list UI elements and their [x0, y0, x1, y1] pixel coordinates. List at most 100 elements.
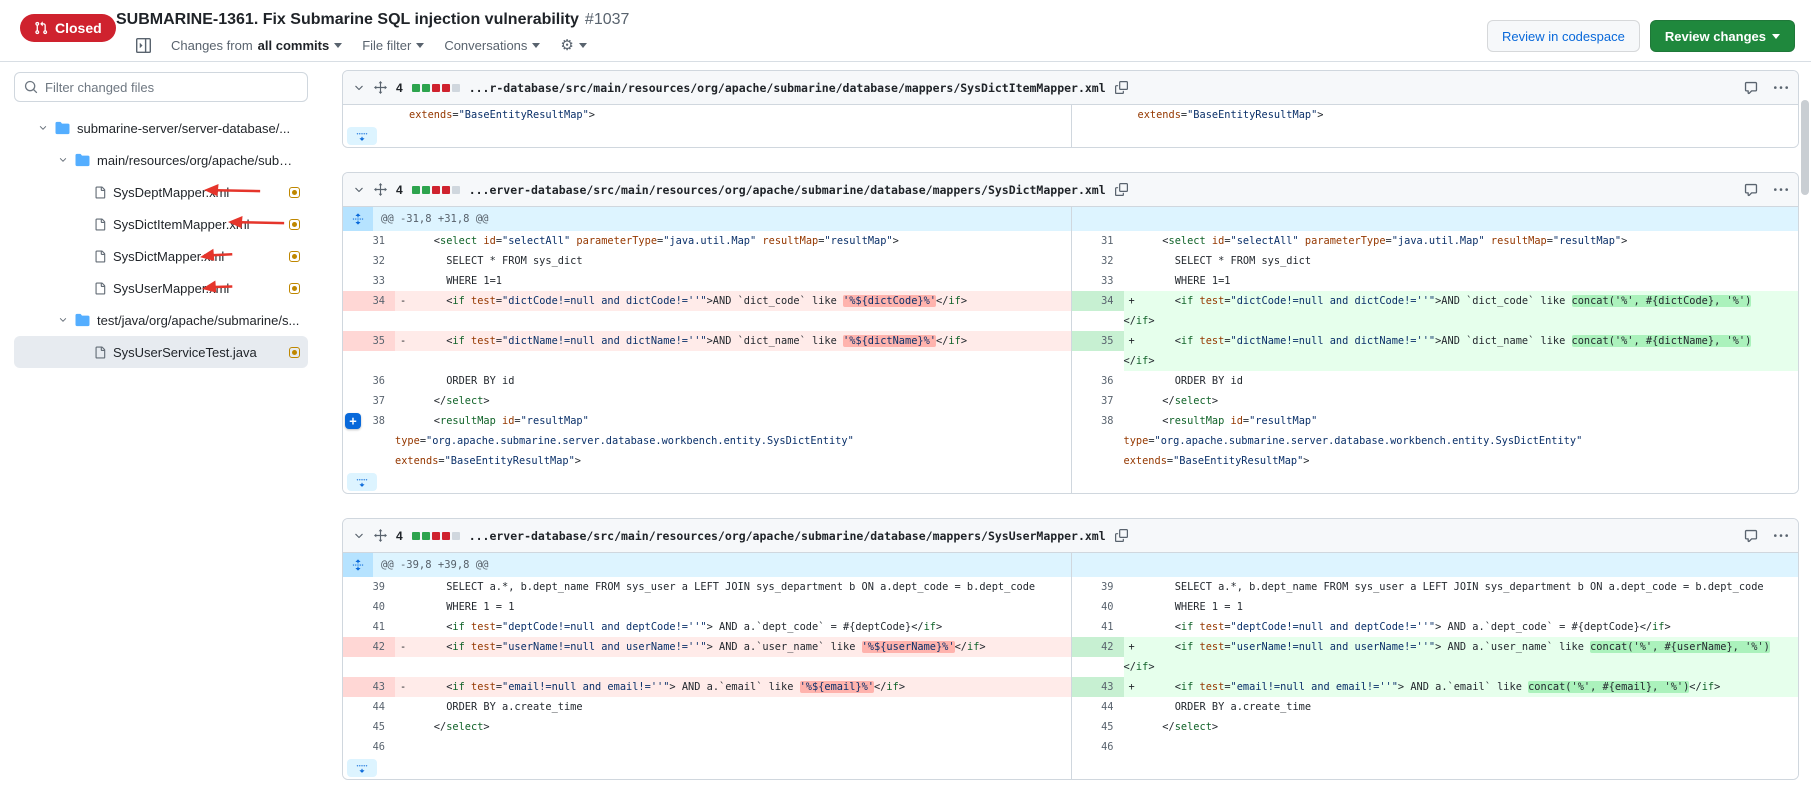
file-card: 4...erver-database/src/main/resources/or… [342, 172, 1799, 494]
line-number[interactable]: 43 [343, 677, 395, 697]
code-line: </select> [395, 391, 1071, 411]
tree-folder-row[interactable]: test/java/org/apache/submarine/s... [14, 304, 308, 336]
sidebar-toggle-icon[interactable] [136, 38, 151, 53]
hunk-header: @@ -39,8 +39,8 @@ [343, 553, 1798, 577]
line-number[interactable]: 33 [1072, 271, 1124, 291]
line-number[interactable]: 46 [1072, 737, 1124, 757]
file-filter-dropdown[interactable]: File filter [362, 38, 424, 53]
diffstat-square [412, 84, 420, 92]
line-number[interactable]: 39 [1072, 577, 1124, 597]
line-number[interactable]: 36 [343, 371, 395, 391]
collapse-file-button[interactable] [353, 184, 365, 196]
diff-body: @@ -31,8 +31,8 @@31 <select id="selectAl… [343, 207, 1798, 493]
line-number[interactable]: 31 [1072, 231, 1124, 251]
comment-icon[interactable] [1744, 529, 1758, 543]
tree-file-row[interactable]: SysUserServiceTest.java [14, 336, 308, 368]
comment-icon[interactable] [1744, 81, 1758, 95]
line-number[interactable]: 38 [1072, 411, 1124, 431]
changes-count: 4 [396, 183, 403, 197]
line-number[interactable]: 43 [1072, 677, 1124, 697]
line-number[interactable]: 39 [343, 577, 395, 597]
copy-path-button[interactable] [1115, 529, 1128, 542]
expand-down-button[interactable] [347, 473, 377, 491]
tree-file-row[interactable]: SysUserMapper.xml [14, 272, 308, 304]
modified-file-badge [289, 187, 300, 198]
chevron-down-icon[interactable] [58, 315, 68, 325]
line-number[interactable]: 33 [343, 271, 395, 291]
expand-down-button[interactable] [347, 759, 377, 777]
file-name: test/java/org/apache/submarine/s... [97, 313, 299, 328]
line-number[interactable]: 37 [343, 391, 395, 411]
line-number[interactable]: 38+ [343, 411, 395, 431]
line-number[interactable]: 45 [1072, 717, 1124, 737]
line-number[interactable]: 42 [1072, 637, 1124, 657]
line-number[interactable]: 44 [1072, 697, 1124, 717]
line-number[interactable]: 44 [343, 697, 395, 717]
kebab-menu-button[interactable] [1774, 183, 1788, 197]
code-line: - <if test="userName!=null and userName!… [395, 637, 1071, 657]
expand-down-button[interactable] [347, 127, 377, 145]
line-number[interactable]: 35 [1072, 331, 1124, 351]
expand-hunk-button[interactable] [343, 207, 373, 231]
copy-path-button[interactable] [1115, 81, 1128, 94]
line-number[interactable]: 36 [1072, 371, 1124, 391]
line-number[interactable] [343, 105, 395, 125]
line-number[interactable]: 41 [1072, 617, 1124, 637]
kebab-menu-button[interactable] [1774, 81, 1788, 95]
folder-icon [55, 121, 70, 135]
collapse-file-button[interactable] [353, 530, 365, 542]
drag-handle-icon[interactable] [374, 183, 387, 196]
file-name: SysDictMapper.xml [113, 249, 224, 264]
expand-hunk-button[interactable] [343, 553, 373, 577]
tree-file-row[interactable]: SysDictMapper.xml [14, 240, 308, 272]
kebab-menu-button[interactable] [1774, 529, 1788, 543]
drag-handle-icon[interactable] [374, 529, 387, 542]
line-number[interactable]: 40 [1072, 597, 1124, 617]
tree-file-row[interactable]: SysDictItemMapper.xml [14, 208, 308, 240]
tree-folder-row[interactable]: main/resources/org/apache/subm... [14, 144, 308, 176]
file-name: SysDictItemMapper.xml [113, 217, 250, 232]
line-number[interactable]: 32 [343, 251, 395, 271]
code-line: </select> [1124, 391, 1799, 411]
diff-settings-dropdown[interactable]: ⚙ [560, 38, 586, 53]
line-number[interactable]: 40 [343, 597, 395, 617]
collapse-file-button[interactable] [353, 82, 365, 94]
chevron-down-icon[interactable] [58, 155, 68, 165]
line-number[interactable]: 35 [343, 331, 395, 351]
code-line: + <if test="email!=null and email!=''"> … [1124, 677, 1799, 697]
file-icon [94, 218, 106, 231]
file-name: SysDeptMapper.xml [113, 185, 229, 200]
comment-icon[interactable] [1744, 183, 1758, 197]
changes-from-dropdown[interactable]: Changes from all commits [171, 38, 342, 53]
line-number[interactable]: 34 [343, 291, 395, 311]
chevron-down-icon[interactable] [38, 123, 48, 133]
file-path: ...r-database/src/main/resources/org/apa… [469, 81, 1106, 95]
tree-file-row[interactable]: SysDeptMapper.xml [14, 176, 308, 208]
review-changes-button[interactable]: Review changes [1650, 20, 1795, 52]
line-number[interactable]: 34 [1072, 291, 1124, 311]
line-number[interactable]: 37 [1072, 391, 1124, 411]
line-number[interactable]: 31 [343, 231, 395, 251]
line-number[interactable]: 45 [343, 717, 395, 737]
code-line: <if test="deptCode!=null and deptCode!='… [1124, 617, 1799, 637]
line-number[interactable]: 42 [343, 637, 395, 657]
file-path: ...erver-database/src/main/resources/org… [469, 529, 1106, 543]
drag-handle-icon[interactable] [374, 81, 387, 94]
search-icon [24, 80, 38, 94]
pr-state-label: Closed [55, 20, 102, 36]
add-comment-button[interactable]: + [345, 413, 361, 429]
chevron-down-icon [532, 43, 540, 48]
line-number[interactable] [1072, 105, 1124, 125]
line-number[interactable]: 32 [1072, 251, 1124, 271]
diffstat-square [422, 84, 430, 92]
line-number[interactable]: 41 [343, 617, 395, 637]
file-filter-input[interactable] [45, 80, 298, 95]
diff-line-pair: 40 WHERE 1 = 140 WHERE 1 = 1 [343, 597, 1798, 617]
line-number[interactable]: 46 [343, 737, 395, 757]
copy-path-button[interactable] [1115, 183, 1128, 196]
scrollbar-thumb[interactable] [1801, 100, 1809, 195]
review-in-codespace-button[interactable]: Review in codespace [1487, 20, 1640, 52]
tree-folder-row[interactable]: submarine-server/server-database/... [14, 112, 308, 144]
conversations-dropdown[interactable]: Conversations [444, 38, 540, 53]
code-line: ORDER BY id [1124, 371, 1799, 391]
